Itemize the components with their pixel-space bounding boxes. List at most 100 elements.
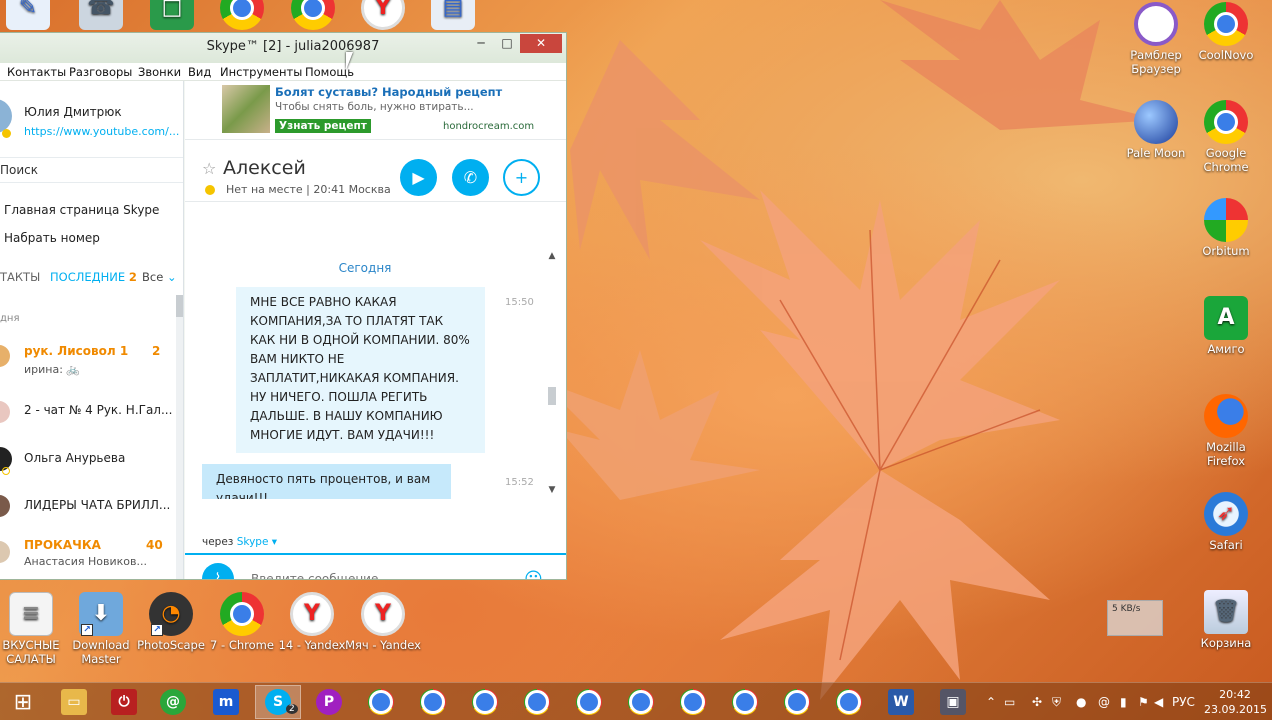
menu-calls[interactable]: Звонки: [138, 65, 181, 79]
taskbar-chrome-9[interactable]: [774, 685, 820, 719]
add-people-button[interactable]: +: [503, 159, 540, 196]
desktop-icon-orbitum[interactable]: Orbitum: [1188, 198, 1264, 258]
desktop-icon-coolnovo[interactable]: CoolNovo: [1188, 2, 1264, 62]
desktop-icon-google-chrome[interactable]: Google Chrome: [1188, 100, 1264, 174]
clock[interactable]: 20:42 23.09.2015: [1204, 687, 1267, 717]
desktop-icon-top-1[interactable]: ✎: [0, 0, 66, 32]
yandex-icon: Y: [290, 592, 334, 636]
ad-domain[interactable]: hondrocream.com: [443, 121, 534, 132]
desktop-icon-top-6[interactable]: Y: [345, 0, 421, 32]
via-selector[interactable]: через Skype ▾: [202, 536, 277, 548]
scroll-thumb[interactable]: [548, 387, 556, 405]
scroll-thumb[interactable]: [176, 295, 183, 317]
close-button[interactable]: ✕: [520, 34, 562, 53]
taskbar-word[interactable]: W: [878, 685, 924, 719]
tray-expand-icon[interactable]: ⌃: [986, 695, 996, 709]
taskbar-remote[interactable]: ▣: [930, 685, 976, 719]
taskbar-chrome-6[interactable]: [618, 685, 664, 719]
taskbar-mail[interactable]: @: [150, 685, 196, 719]
desktop-icon-firefox[interactable]: Mozilla Firefox: [1188, 394, 1264, 468]
taskbar-maxthon[interactable]: m: [203, 685, 249, 719]
search-field[interactable]: Поиск: [0, 157, 183, 183]
ad-headline[interactable]: Болят суставы? Народный рецепт: [275, 85, 502, 99]
via-prefix: через: [202, 536, 234, 548]
start-button[interactable]: ⊞: [0, 685, 46, 719]
desktop-icon-chrome-7[interactable]: 7 - Chrome: [204, 592, 280, 652]
desktop-icon-amigo[interactable]: A Амиго: [1188, 296, 1264, 356]
desktop-icon-rambler[interactable]: Рамблер Браузер: [1118, 2, 1194, 76]
taskbar-chrome-3[interactable]: [462, 685, 508, 719]
desktop-icon-top-4[interactable]: [204, 0, 280, 32]
taskbar-explorer[interactable]: ▭: [51, 685, 97, 719]
maximize-button[interactable]: □: [494, 34, 520, 53]
filter-label: Все: [142, 270, 164, 284]
list-item[interactable]: ЛИДЕРЫ ЧАТА БРИЛЛ...: [0, 489, 176, 535]
profile-mood[interactable]: https://www.youtube.com/...: [24, 125, 179, 138]
nav-skype-home[interactable]: Главная страница Skype: [4, 203, 159, 217]
tray-mail-icon[interactable]: ●: [1076, 695, 1086, 709]
scrollbar[interactable]: [176, 295, 183, 579]
desktop-icon-top-3[interactable]: □: [134, 0, 210, 32]
video-call-button[interactable]: ▶: [400, 159, 437, 196]
voice-call-button[interactable]: ✆: [452, 159, 489, 196]
desktop-icon-top-2[interactable]: ☎: [63, 0, 139, 32]
title-bar[interactable]: Skype™ [2] - julia2006987 ─ □ ✕: [0, 33, 566, 63]
desktop-icon-salads[interactable]: ≡ ВКУСНЫЕ САЛАТЫ: [0, 592, 69, 666]
profile-name[interactable]: Юлия Дмитрюк: [24, 105, 122, 119]
tray-at-icon[interactable]: @: [1098, 695, 1110, 709]
tray-app-icon[interactable]: ✣: [1032, 695, 1042, 709]
desktop-icon-yandex-ball[interactable]: Y Мяч - Yandex: [345, 592, 421, 652]
desktop-icon-download-master[interactable]: ⬇ ↗ Download Master: [63, 592, 139, 666]
tray-shield-icon[interactable]: ⛨: [1052, 695, 1061, 710]
minimize-button[interactable]: ─: [468, 34, 494, 53]
scroll-up-icon[interactable]: ▲: [547, 251, 557, 261]
desktop-icon-pale-moon[interactable]: Pale Moon: [1118, 100, 1194, 160]
menu-conversations[interactable]: Разговоры: [69, 65, 132, 79]
desktop-icon-photoscape[interactable]: ◔ ↗ PhotoScape: [133, 592, 209, 652]
skype-taskbar-badge: 2: [286, 704, 298, 714]
menu-tools[interactable]: Инструменты: [220, 65, 302, 79]
taskbar-chrome-2[interactable]: [410, 685, 456, 719]
taskbar-power[interactable]: ⏻: [101, 685, 147, 719]
menu-contacts[interactable]: Контакты: [7, 65, 66, 79]
nav-dial-number[interactable]: Набрать номер: [4, 231, 100, 245]
desktop-icon-top-5[interactable]: [275, 0, 351, 32]
taskbar-skype[interactable]: S 2: [255, 685, 301, 719]
desktop-icon-top-7[interactable]: ▤: [415, 0, 491, 32]
taskbar-chrome-10[interactable]: [826, 685, 872, 719]
desktop-icon-yandex-14[interactable]: Y 14 - Yandex: [274, 592, 350, 652]
ad-banner[interactable]: Болят суставы? Народный рецепт Чтобы сня…: [185, 81, 566, 139]
desktop-icon-recycle-bin[interactable]: 🗑 Корзина: [1188, 590, 1264, 650]
message-input[interactable]: [251, 567, 501, 579]
list-item[interactable]: 2 - чат № 4 Рук. Н.Гал...: [0, 393, 176, 439]
attach-file-button[interactable]: ⌇: [202, 563, 234, 579]
taskbar-chrome-1[interactable]: [358, 685, 404, 719]
taskbar-chrome-4[interactable]: [514, 685, 560, 719]
taskbar-chrome-5[interactable]: [566, 685, 612, 719]
tray-network-icon[interactable]: ▭: [1004, 695, 1015, 709]
list-item[interactable]: ПРОКАЧКА Анастасия Новиков... 40: [0, 535, 176, 579]
list-item[interactable]: Ольга Анурьева: [0, 441, 176, 487]
language-indicator[interactable]: РУС: [1172, 695, 1195, 709]
network-speed-widget[interactable]: 5 KB/s: [1107, 600, 1163, 636]
scroll-down-icon[interactable]: ▼: [547, 485, 557, 495]
tray-volume-icon[interactable]: ◀: [1154, 695, 1163, 709]
taskbar-chrome-8[interactable]: [722, 685, 768, 719]
message-bubble[interactable]: Девяносто пять процентов, и вам удачи!!!: [202, 464, 451, 499]
chat-scrollbar[interactable]: ▲ ▼: [547, 251, 557, 499]
filter-dropdown[interactable]: Все ⌄: [142, 270, 177, 284]
tab-recent[interactable]: ПОСЛЕДНИЕ 2: [50, 270, 137, 284]
desktop-icon-safari[interactable]: ➶ Safari: [1188, 492, 1264, 552]
taskbar-chrome-7[interactable]: [670, 685, 716, 719]
taskbar-p-app[interactable]: P: [306, 685, 352, 719]
ad-button[interactable]: Узнать рецепт: [275, 119, 371, 133]
emoticon-icon[interactable]: ☺: [524, 569, 543, 579]
tray-signal-icon[interactable]: ▮: [1120, 695, 1127, 709]
menu-view[interactable]: Вид: [188, 65, 211, 79]
message-bubble[interactable]: МНЕ ВСЕ РАВНО КАКАЯ КОМПАНИЯ,ЗА ТО ПЛАТЯ…: [236, 287, 485, 453]
tray-flag-icon[interactable]: ⚑: [1138, 695, 1149, 709]
favorite-star-icon[interactable]: ☆: [202, 159, 216, 178]
list-item[interactable]: рук. Лисовол 1 ирина: 🚲 2: [0, 337, 176, 391]
tab-contacts[interactable]: ТАКТЫ: [0, 270, 40, 284]
profile-avatar[interactable]: [0, 99, 12, 133]
